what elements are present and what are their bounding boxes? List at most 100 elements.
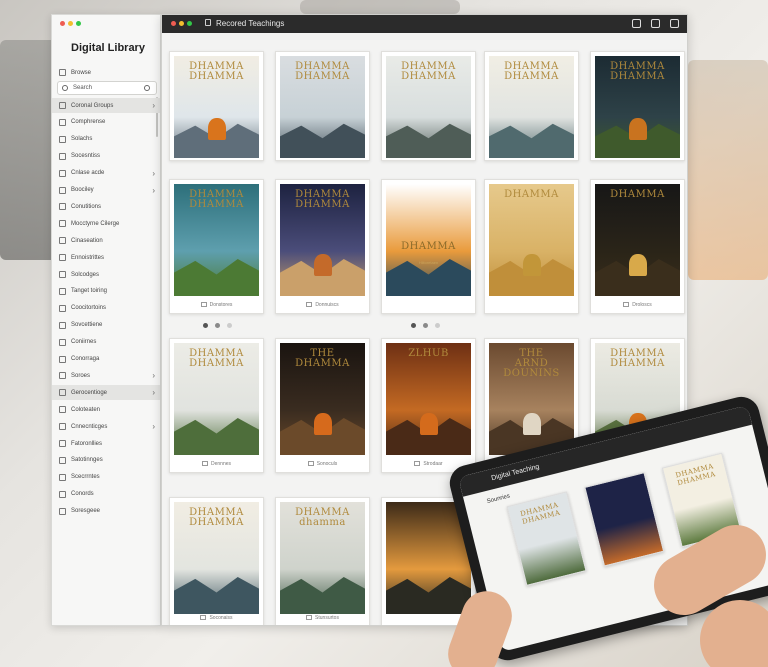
page-dot[interactable] xyxy=(215,323,220,328)
sidebar-item[interactable]: Socesntiss xyxy=(52,149,160,164)
home-icon[interactable] xyxy=(632,19,641,28)
card-caption: Stunsurtos xyxy=(276,615,369,621)
search-placeholder: Search xyxy=(73,85,93,91)
sidebar-item[interactable]: Scecrrntes xyxy=(52,470,160,485)
page-dot[interactable] xyxy=(423,323,428,328)
teaching-card[interactable]: DHAMMA DHAMMA xyxy=(381,51,476,161)
book-cover: DHAMMA DHAMMA xyxy=(386,56,471,158)
cover-title: DHAMMA DHAMMA xyxy=(674,462,717,488)
sidebar-item[interactable]: Ennoistrittes xyxy=(52,250,160,265)
page-dot[interactable] xyxy=(203,323,208,328)
teaching-card[interactable]: DHAMMA xyxy=(484,179,579,314)
sidebar-item[interactable]: Gerocentioge › xyxy=(52,385,160,401)
teaching-card[interactable]: DHAMMA DHAMMA xyxy=(484,51,579,161)
sidebar-item-label: Conorraga xyxy=(71,356,100,362)
page-dot[interactable] xyxy=(411,323,416,328)
landscape-shape xyxy=(386,576,471,614)
minimize-icon[interactable] xyxy=(179,21,184,26)
card-caption: Soconaiss xyxy=(170,615,263,621)
zoom-icon[interactable] xyxy=(76,21,81,26)
sidebar-item[interactable]: Conords xyxy=(52,487,160,502)
chevron-right-icon[interactable]: › xyxy=(152,371,155,380)
sidebar-item-label: Cnnecnticges xyxy=(71,423,108,430)
sidebar-item[interactable]: Coocitortoins xyxy=(52,301,160,316)
sidebar-item[interactable]: Mocctyrne Cilerge xyxy=(52,216,160,231)
chevron-right-icon[interactable]: › xyxy=(152,388,155,397)
sidebar-item[interactable]: Tanget toiring xyxy=(52,284,160,299)
teaching-card[interactable]: DHAMMA DHAMMA Donstores xyxy=(169,179,264,314)
zoom-icon[interactable] xyxy=(187,21,192,26)
tablet-book-card[interactable] xyxy=(584,472,665,567)
bookmark-icon[interactable] xyxy=(670,19,679,28)
teaching-card[interactable]: DHAMMA dhamma Stunsurtos xyxy=(275,497,370,625)
teaching-card[interactable]: DHAMMA DHAMMA Dennnes xyxy=(169,338,264,473)
teaching-card[interactable]: DHAMMA Hlitoretaen xyxy=(381,179,476,314)
teaching-card[interactable]: ZLHUB Strodaar xyxy=(381,338,476,473)
book-cover: DHAMMA DHAMMA xyxy=(174,184,259,296)
title-bar: Recored Teachings xyxy=(162,15,687,33)
monk-figure xyxy=(313,254,332,276)
window-controls xyxy=(60,21,81,26)
sidebar-item-browse[interactable]: Browse xyxy=(52,65,160,80)
sidebar-item[interactable]: Soresgeee xyxy=(52,504,160,519)
sidebar-item[interactable]: Sovcettiene xyxy=(52,318,160,333)
card-caption-text: Soconaiss xyxy=(209,615,233,621)
sidebar-item[interactable]: Fatoronllies xyxy=(52,436,160,451)
pager-right[interactable] xyxy=(411,323,440,328)
folder-icon xyxy=(623,302,630,307)
tablet-book-card[interactable]: DHAMMA DHAMMA xyxy=(506,491,587,586)
cover-title: DHAMMA DHAMMA xyxy=(295,189,350,210)
teaching-card[interactable]: DHAMMA Droloscs xyxy=(590,179,685,314)
sidebar-item-label: Scecrrntes xyxy=(71,474,100,481)
tablet-section-label: Sounries xyxy=(486,493,511,505)
teaching-card[interactable]: DHAMMA DHAMMA Soconaiss xyxy=(169,497,264,625)
sidebar-item[interactable]: Solcodges xyxy=(52,267,160,282)
sidebar-item[interactable]: Solachs xyxy=(52,132,160,147)
chevron-right-icon[interactable]: › xyxy=(152,422,155,431)
sidebar-item-label: Sovcettiene xyxy=(71,322,103,329)
chevron-right-icon[interactable]: › xyxy=(152,101,155,110)
page-dot[interactable] xyxy=(227,323,232,328)
sidebar-item[interactable]: Coloteaten xyxy=(52,402,160,417)
teaching-card[interactable]: DHAMMA DHAMMA xyxy=(275,51,370,161)
sidebar-item[interactable]: Cnlase acde › xyxy=(52,166,160,181)
sidebar-item-label: Browse xyxy=(71,69,92,76)
cover-title: DHAMMA DHAMMA xyxy=(189,348,244,369)
monk-figure xyxy=(628,254,647,276)
landscape-shape xyxy=(386,123,471,158)
close-icon[interactable] xyxy=(171,21,176,26)
monk-figure xyxy=(207,118,226,140)
close-icon[interactable] xyxy=(60,21,65,26)
magnifier-icon[interactable] xyxy=(144,85,150,91)
sidebar-item[interactable]: Satotinnges xyxy=(52,453,160,468)
sidebar-item[interactable]: Conutitions xyxy=(52,199,160,214)
window-controls xyxy=(171,21,192,26)
teaching-card[interactable]: DHAMMA DHAMMA xyxy=(590,51,685,161)
book-cover: DHAMMA DHAMMA xyxy=(174,343,259,455)
sidebar-item-label: Soresgeee xyxy=(71,508,101,515)
minimize-icon[interactable] xyxy=(68,21,73,26)
share-icon[interactable] xyxy=(651,19,660,28)
sidebar-item-label: Satotinnges xyxy=(71,457,103,464)
sidebar-item[interactable]: Conorraga xyxy=(52,352,160,367)
sidebar-item[interactable]: Soroes › xyxy=(52,368,160,383)
teaching-card[interactable]: THE DHAMMA Sonoculs xyxy=(275,338,370,473)
chevron-right-icon[interactable]: › xyxy=(152,186,155,195)
pager-left[interactable] xyxy=(203,323,232,328)
sidebar-item[interactable]: Comphrense xyxy=(52,115,160,130)
cover-title: DHAMMA DHAMMA xyxy=(401,61,456,82)
teaching-card[interactable]: DHAMMA DHAMMA xyxy=(169,51,264,161)
chevron-right-icon[interactable]: › xyxy=(152,169,155,178)
sidebar-item[interactable]: Coronal Groups › xyxy=(52,98,160,113)
category-icon xyxy=(59,490,66,498)
folder-icon xyxy=(306,615,313,620)
toolbar-icons xyxy=(632,19,679,28)
sidebar-item[interactable]: Boociley › xyxy=(52,183,160,198)
sidebar-item[interactable]: Cinaseation xyxy=(52,233,160,248)
sidebar-item-label: Soroes xyxy=(71,372,91,379)
sidebar-item[interactable]: Coniirnes xyxy=(52,335,160,350)
sidebar-item[interactable]: Cnnecnticges › xyxy=(52,419,160,434)
page-dot[interactable] xyxy=(435,323,440,328)
search-input[interactable]: Search xyxy=(57,81,157,95)
teaching-card[interactable]: DHAMMA DHAMMA Donnuiscs xyxy=(275,179,370,314)
